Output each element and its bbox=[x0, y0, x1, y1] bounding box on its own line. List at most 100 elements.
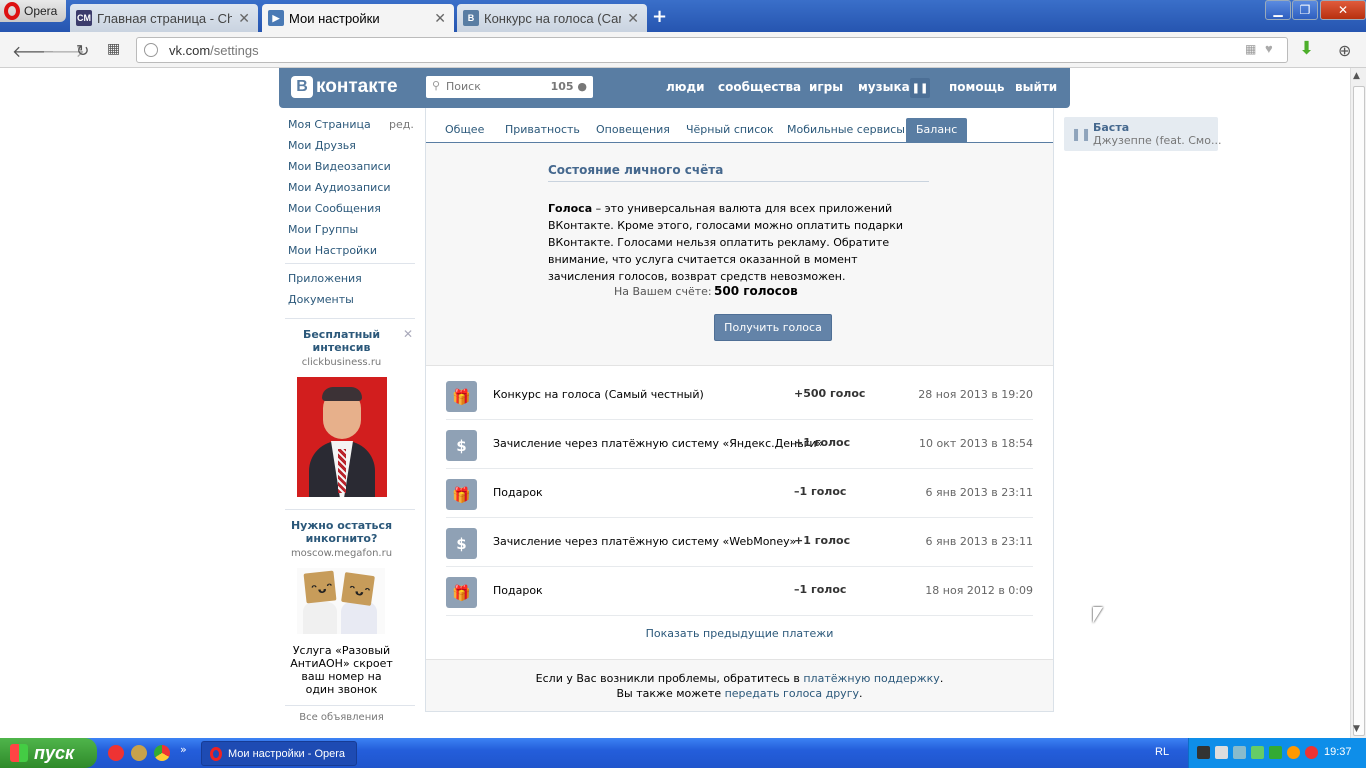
pause-icon[interactable]: ❚❚ bbox=[910, 78, 930, 98]
menu-logout[interactable]: выйти bbox=[1015, 80, 1057, 94]
chrome-icon[interactable] bbox=[154, 745, 170, 761]
menu-music[interactable]: музыка bbox=[858, 80, 910, 94]
sidebar-divider bbox=[285, 263, 415, 264]
tab-settings[interactable]: ▶ Мои настройки ✕ bbox=[262, 4, 454, 32]
close-tab-icon[interactable]: ✕ bbox=[627, 10, 639, 27]
vk-logo-text: контакте bbox=[316, 76, 398, 97]
grid-icon[interactable]: ▦ bbox=[1245, 42, 1256, 56]
ad-image[interactable]: ᵔᴗᵔ ᵔᴗᵔ bbox=[297, 568, 385, 634]
tab-favicon-icon: B bbox=[463, 10, 479, 26]
transfer-votes-link[interactable]: передать голоса другу bbox=[725, 687, 859, 700]
site-info-icon[interactable] bbox=[144, 43, 158, 57]
sidebar-item-apps[interactable]: Приложения bbox=[288, 272, 362, 285]
tab-notifications[interactable]: Оповещения bbox=[596, 123, 670, 136]
close-tab-icon[interactable]: ✕ bbox=[434, 10, 446, 27]
tab-balance[interactable]: Баланс bbox=[906, 118, 968, 143]
ad-image[interactable] bbox=[297, 377, 387, 497]
tray-icon[interactable] bbox=[1287, 746, 1300, 759]
tab-privacy[interactable]: Приватность bbox=[505, 123, 580, 136]
table-row: 🎁 Конкурс на голоса (Самый честный) +500… bbox=[446, 371, 1033, 420]
sidebar-item-documents[interactable]: Документы bbox=[288, 293, 354, 306]
tray-icon[interactable] bbox=[1305, 746, 1318, 759]
tray-icon[interactable] bbox=[1215, 746, 1228, 759]
ad-title[interactable]: Бесплатный интенсив bbox=[288, 328, 395, 354]
online-count: 105 ● bbox=[550, 80, 587, 93]
speed-dial-icon[interactable]: ▦ bbox=[107, 41, 120, 57]
ad-text[interactable]: Услуга «Разовый АнтиАОН» скроет ваш номе… bbox=[288, 644, 395, 696]
tray-icon[interactable] bbox=[1251, 746, 1264, 759]
scroll-thumb[interactable] bbox=[1353, 86, 1365, 736]
tray-icon[interactable] bbox=[1269, 746, 1282, 759]
ad-title[interactable]: Нужно остаться инкогнито? bbox=[288, 519, 395, 545]
downloads-icon[interactable]: ⊕ bbox=[1338, 41, 1351, 60]
account-value: 500 голосов bbox=[714, 284, 798, 298]
player-artist: Баста bbox=[1093, 121, 1130, 134]
network-icon[interactable] bbox=[1233, 746, 1246, 759]
quicklaunch-icon[interactable] bbox=[108, 745, 124, 761]
audio-player[interactable]: ❚❚ Баста Джузеппе (feat. Смо... bbox=[1064, 117, 1221, 151]
url-field[interactable]: vk.com/settings ▦ ♥ bbox=[136, 37, 1288, 63]
close-tab-icon[interactable]: ✕ bbox=[238, 10, 250, 27]
chevron-icon[interactable]: » bbox=[180, 743, 187, 756]
sidebar-item-messages[interactable]: Мои Сообщения bbox=[288, 202, 381, 215]
sidebar-item-videos[interactable]: Мои Видеозаписи bbox=[288, 160, 391, 173]
tab-general[interactable]: Общее bbox=[445, 123, 484, 136]
vk-logo[interactable]: В контакте bbox=[291, 76, 398, 98]
menu-games[interactable]: игры bbox=[809, 80, 843, 94]
close-ad-icon[interactable]: ✕ bbox=[403, 327, 413, 341]
taskbar-window-opera[interactable]: Мои настройки - Opera bbox=[201, 741, 357, 766]
scroll-up-icon[interactable]: ▲ bbox=[1353, 71, 1360, 81]
sidebar-divider bbox=[285, 318, 415, 319]
sidebar-item-friends[interactable]: Мои Друзья bbox=[288, 139, 356, 152]
heart-icon[interactable]: ♥ bbox=[1265, 41, 1273, 56]
transaction-date: 6 янв 2013 в 23:11 bbox=[925, 486, 1033, 499]
pause-icon[interactable]: ❚❚ bbox=[1071, 127, 1091, 141]
vk-logo-badge: В bbox=[291, 76, 313, 98]
ad-domain: clickbusiness.ru bbox=[301, 357, 382, 368]
start-button[interactable]: пуск bbox=[0, 738, 97, 768]
table-row: 🎁 Подарок –1 голос 18 ноя 2012 в 0:09 bbox=[446, 567, 1033, 616]
payment-support-link[interactable]: платёжную поддержку bbox=[803, 672, 939, 685]
maximize-icon[interactable]: ❐ bbox=[1292, 0, 1318, 20]
opera-menu-label: Opera bbox=[24, 4, 58, 18]
menu-communities[interactable]: сообщества bbox=[718, 80, 801, 94]
menu-help[interactable]: помощь bbox=[949, 80, 1004, 94]
footer-line-1: Если у Вас возникли проблемы, обратитесь… bbox=[535, 672, 944, 685]
sidebar-item-settings[interactable]: Мои Настройки bbox=[288, 244, 377, 257]
menu-people[interactable]: люди bbox=[666, 80, 705, 94]
dollar-icon: $ bbox=[446, 430, 477, 461]
tray-icon[interactable] bbox=[1197, 746, 1210, 759]
quicklaunch-icon[interactable] bbox=[131, 745, 147, 761]
tab-blacklist[interactable]: Чёрный список bbox=[686, 123, 774, 136]
edit-link[interactable]: ред. bbox=[389, 118, 414, 131]
table-row: 🎁 Подарок –1 голос 6 янв 2013 в 23:11 bbox=[446, 469, 1033, 518]
all-ads-link[interactable]: Все объявления bbox=[288, 712, 395, 723]
transaction-amount: +500 голос bbox=[794, 387, 866, 400]
reload-icon[interactable]: ↻ bbox=[76, 41, 89, 60]
sidebar-item-my-page[interactable]: Моя Страница bbox=[288, 118, 371, 131]
download-arrow-icon[interactable]: ⬇ bbox=[1299, 38, 1314, 59]
tab-mobile[interactable]: Мобильные сервисы bbox=[787, 123, 905, 136]
ad-domain: moscow.megafon.ru bbox=[290, 548, 393, 559]
minimize-icon[interactable]: ▁ bbox=[1265, 0, 1291, 20]
opera-menu-button[interactable]: Opera bbox=[0, 0, 66, 22]
scroll-down-icon[interactable]: ▼ bbox=[1353, 724, 1360, 734]
new-tab-icon[interactable]: + bbox=[652, 6, 667, 27]
sidebar-item-audio[interactable]: Мои Аудиозаписи bbox=[288, 181, 391, 194]
show-previous-payments-link[interactable]: Показать предыдущие платежи bbox=[426, 627, 1053, 640]
url-host: vk.com bbox=[169, 43, 211, 58]
taskbar: пуск » Мои настройки - Opera RL 19:37 bbox=[0, 738, 1366, 768]
tab-contest[interactable]: B Конкурс на голоса (Сами ✕ bbox=[457, 4, 647, 32]
address-bar-row: 🡐 🡒 ↻ ▦ vk.com/settings ▦ ♥ ⬇ ⊕ bbox=[0, 32, 1366, 68]
search-input[interactable]: ⚲ Поиск 105 ● bbox=[426, 76, 593, 98]
search-placeholder: Поиск bbox=[446, 80, 481, 93]
page-scrollbar[interactable]: ▲ ▼ bbox=[1350, 68, 1366, 738]
sidebar-divider bbox=[285, 705, 415, 706]
window-close-icon[interactable]: ✕ bbox=[1320, 0, 1366, 20]
gift-icon: 🎁 bbox=[446, 577, 477, 608]
get-votes-button[interactable]: Получить голоса bbox=[714, 314, 832, 341]
tab-favicon-icon: CM bbox=[76, 10, 92, 26]
sidebar-item-groups[interactable]: Мои Группы bbox=[288, 223, 358, 236]
language-indicator[interactable]: RL bbox=[1155, 746, 1169, 758]
tab-home[interactable]: CM Главная страница - Chea ✕ bbox=[70, 4, 258, 32]
